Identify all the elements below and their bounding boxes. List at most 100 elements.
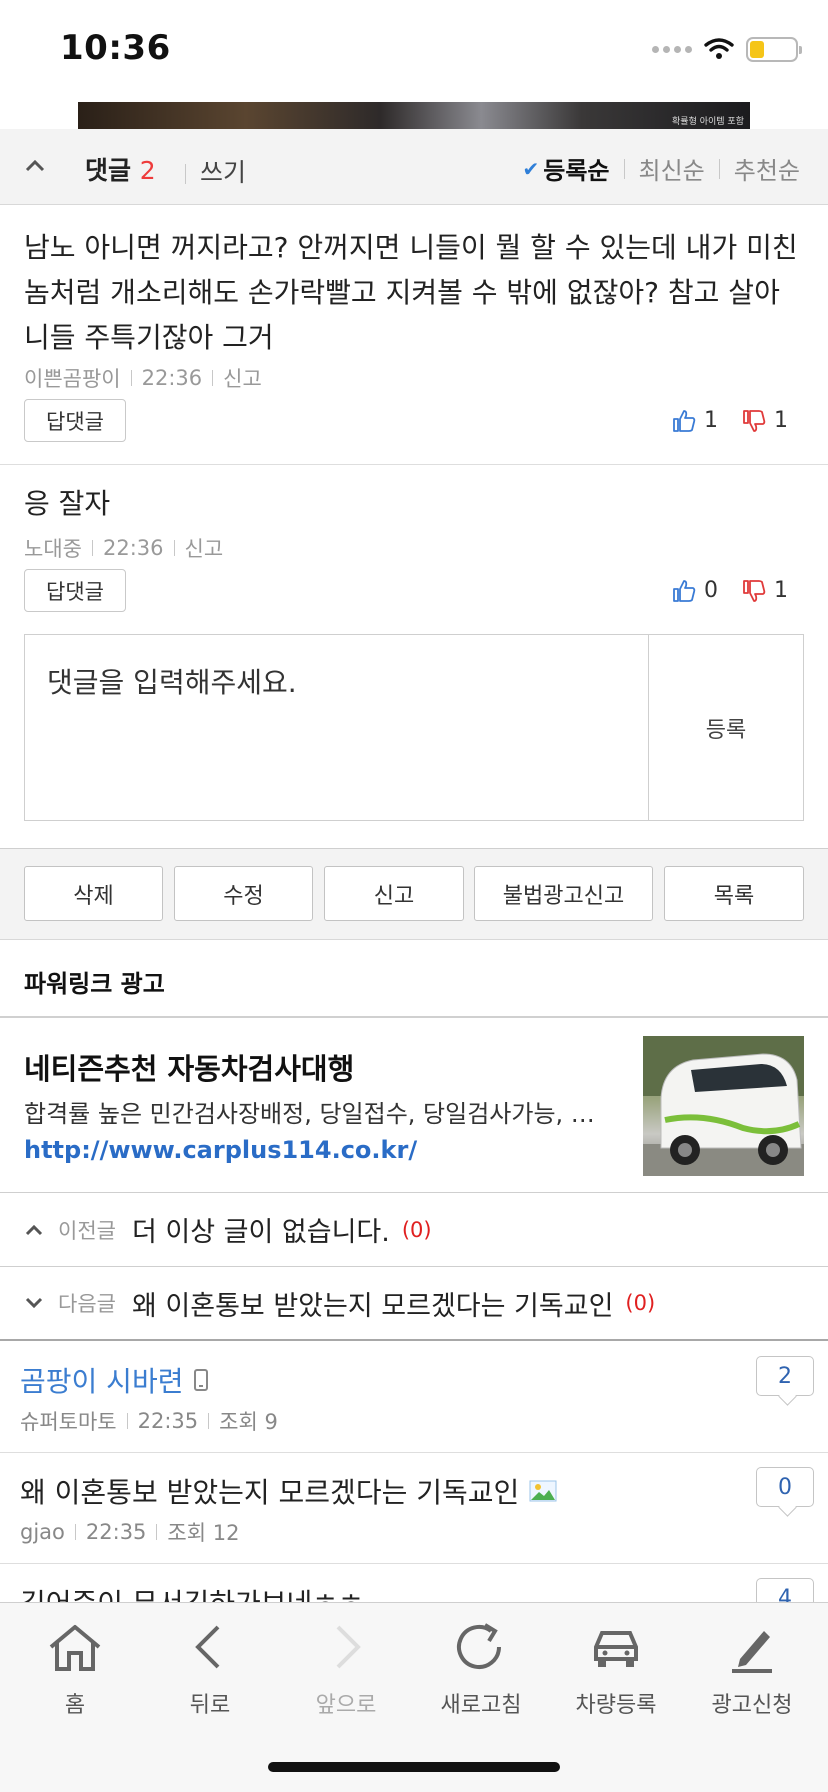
car-icon <box>594 1631 638 1667</box>
post-views: 조회 9 <box>219 1410 278 1434</box>
comment-time: 22:36 <box>102 536 164 560</box>
status-icons <box>652 34 802 64</box>
toolbar-label: 광고신청 <box>711 1693 793 1718</box>
toolbar-label: 차량등록 <box>575 1693 657 1718</box>
like-button[interactable]: 0 <box>672 578 718 603</box>
post-views: 조회 12 <box>167 1521 240 1545</box>
next-post-label: 다음글 <box>58 1292 116 1316</box>
toolbar-back[interactable]: 뒤로 <box>150 1619 270 1719</box>
reply-button[interactable]: 답댓글 <box>24 399 126 442</box>
report-button[interactable]: 신고 <box>324 866 464 921</box>
comment-count-badge: 4 <box>756 1578 814 1602</box>
post-meta: 슈퍼토마토 22:35 조회 9 <box>20 1406 278 1436</box>
mobile-icon <box>194 1369 209 1391</box>
comment-input[interactable]: 댓글을 입력해주세요. <box>25 635 649 820</box>
comment-votes: 1 1 <box>672 408 788 433</box>
comment-votes: 0 1 <box>672 578 788 603</box>
check-icon: ✔ <box>522 156 540 181</box>
next-post-count: (0) <box>625 1291 656 1315</box>
list-button[interactable]: 목록 <box>664 866 804 921</box>
comment-submit-button[interactable]: 등록 <box>649 635 803 820</box>
sort-recommended[interactable]: 추천순 <box>734 151 800 186</box>
ad-section-header: 파워링크 광고 <box>0 940 828 1018</box>
write-label: 쓰기 <box>200 158 247 187</box>
comments-title: 댓글 2 <box>85 151 156 187</box>
comment-meta: 이쁜곰팡이 22:36 신고 <box>24 363 262 393</box>
list-item[interactable]: 곰팡이 시바련 슈퍼토마토 22:35 조회 9 2 <box>0 1342 828 1453</box>
top-banner-ad[interactable]: 확률형 아이템 포함 <box>78 102 750 129</box>
refresh-icon <box>457 1623 501 1669</box>
write-comment-link[interactable]: 쓰기 <box>185 153 246 189</box>
ad-item[interactable]: 네티즌추천 자동차검사대행 합격률 높은 민간검사장배정, 당일접수, 당일검사… <box>0 1018 828 1193</box>
toolbar-forward[interactable]: 앞으로 <box>286 1619 406 1719</box>
toolbar-label: 앞으로 <box>315 1693 377 1718</box>
comment-form: 댓글을 입력해주세요. 등록 <box>24 634 804 821</box>
chevron-up-icon[interactable] <box>24 155 46 177</box>
post-author: gjao <box>20 1520 65 1544</box>
dislike-count: 1 <box>774 408 788 433</box>
reply-button[interactable]: 답댓글 <box>24 569 126 612</box>
prev-post-count: (0) <box>401 1217 432 1242</box>
delete-button[interactable]: 삭제 <box>24 866 163 921</box>
thumbs-down-icon <box>743 579 766 602</box>
comment-item: 응 잘자 노대중 22:36 신고 답댓글 0 1 <box>0 465 828 625</box>
sort-registered[interactable]: 등록순 <box>543 151 609 186</box>
comment-author: 노대중 <box>24 537 82 561</box>
dislike-count: 1 <box>774 578 788 603</box>
pencil-icon <box>732 1631 772 1673</box>
comment-report-link[interactable]: 신고 <box>185 533 224 563</box>
banner-caption: 확률형 아이템 포함 <box>672 117 744 127</box>
ad-description: 합격률 높은 민간검사장배정, 당일접수, 당일검사가능, 전문기사 차량픽업 <box>24 1100 604 1128</box>
toolbar-ad-request[interactable]: 광고신청 <box>692 1619 812 1719</box>
back-icon <box>195 1625 220 1669</box>
prev-post-title: 더 이상 글이 없습니다. <box>131 1217 390 1248</box>
list-item[interactable]: 왜 이혼통보 받았는지 모르겠다는 기독교인 gjao 22:35 조회 12 … <box>0 1453 828 1564</box>
comments-count: 2 <box>139 156 156 185</box>
toolbar-label: 새로고침 <box>440 1693 522 1718</box>
like-count: 0 <box>704 578 718 603</box>
wifi-icon <box>704 38 734 59</box>
ad-thumbnail-image[interactable] <box>643 1036 804 1176</box>
prev-post-label: 이전글 <box>58 1218 116 1243</box>
post-author: 슈퍼토마토 <box>20 1410 117 1434</box>
comment-text: 남노 아니면 꺼지라고? 안꺼지면 니들이 뭘 할 수 있는데 내가 미친놈처럼… <box>24 231 798 354</box>
like-button[interactable]: 1 <box>672 408 718 433</box>
post-title[interactable]: 왜 이혼통보 받았는지 모르겠다는 기독교인 <box>20 1471 557 1511</box>
next-post-row[interactable]: 다음글 왜 이혼통보 받았는지 모르겠다는 기독교인 (0) <box>0 1267 828 1341</box>
ad-section-title: 파워링크 광고 <box>24 970 165 998</box>
comment-report-link[interactable]: 신고 <box>223 363 262 393</box>
status-time: 10:36 <box>60 28 171 68</box>
toolbar-car-register[interactable]: 차량등록 <box>556 1619 676 1719</box>
ad-title[interactable]: 네티즌추천 자동차검사대행 <box>24 1046 354 1088</box>
dislike-button[interactable]: 1 <box>742 408 788 433</box>
toolbar-label: 홈 <box>64 1693 86 1718</box>
post-time: 22:35 <box>137 1409 199 1433</box>
prev-post-row[interactable]: 이전글 더 이상 글이 없습니다. (0) <box>0 1193 828 1267</box>
comment-meta: 노대중 22:36 신고 <box>24 533 223 563</box>
home-icon <box>49 1625 101 1671</box>
sort-latest[interactable]: 최신순 <box>639 151 705 186</box>
comments-label: 댓글 <box>85 156 132 185</box>
home-indicator[interactable] <box>268 1762 560 1772</box>
thumbs-down-icon <box>743 409 766 432</box>
post-title[interactable]: 곰팡이 시바련 <box>20 1360 209 1400</box>
post-meta: gjao 22:35 조회 12 <box>20 1517 239 1547</box>
post-title[interactable]: 김어준이 무서긴하가보네ㅎㅎ <box>20 1582 364 1602</box>
edit-button[interactable]: 수정 <box>174 866 313 921</box>
ad-url[interactable]: http://www.carplus114.co.kr/ <box>24 1136 417 1164</box>
chevron-up-icon <box>25 1224 43 1235</box>
thumbs-up-icon <box>673 409 696 432</box>
toolbar-label: 뒤로 <box>189 1693 231 1718</box>
illegal-ad-report-button[interactable]: 불법광고신고 <box>474 866 653 921</box>
toolbar-home[interactable]: 홈 <box>15 1619 135 1719</box>
next-post-title: 왜 이혼통보 받았는지 모르겠다는 기독교인 <box>131 1290 614 1322</box>
comment-count-badge: 2 <box>756 1356 814 1396</box>
chevron-down-icon <box>25 1297 43 1309</box>
post-time: 22:35 <box>85 1520 147 1544</box>
thumbs-up-icon <box>673 579 696 602</box>
comment-sort: ✔ 등록순 최신순 추천순 <box>522 151 800 186</box>
list-item[interactable]: 김어준이 무서긴하가보네ㅎㅎ 4 <box>0 1564 828 1602</box>
dislike-button[interactable]: 1 <box>742 578 788 603</box>
comment-count-badge: 0 <box>756 1467 814 1507</box>
toolbar-refresh[interactable]: 새로고침 <box>421 1619 541 1719</box>
